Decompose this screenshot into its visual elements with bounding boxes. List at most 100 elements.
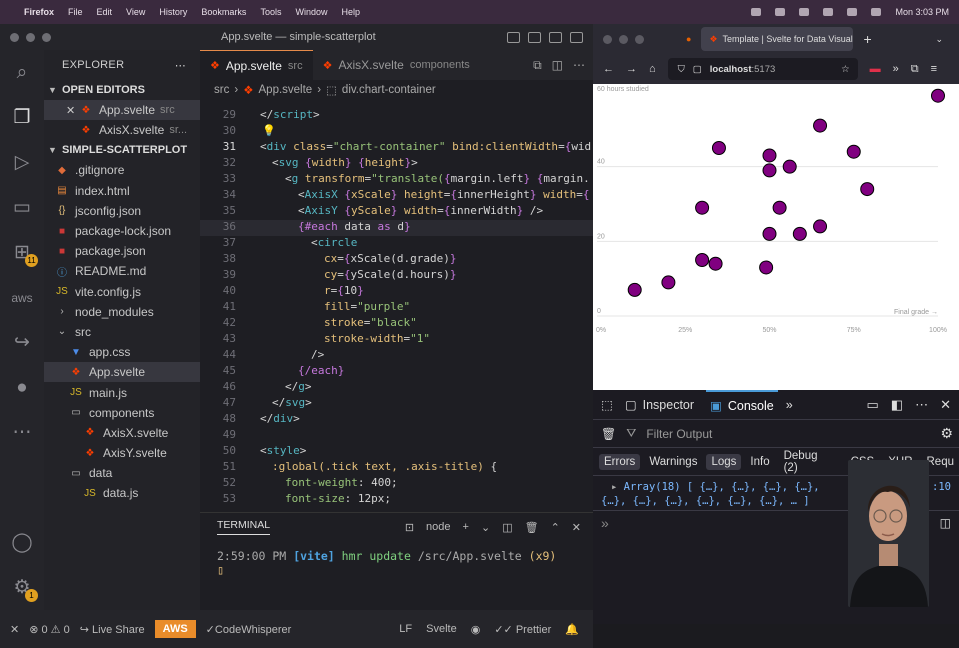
- filter-input[interactable]: Filter Output: [646, 427, 712, 441]
- tab-console[interactable]: ▣Console: [706, 390, 778, 420]
- extension-icon[interactable]: ▬: [870, 63, 881, 75]
- toggle-secondary-sidebar-icon[interactable]: [549, 32, 562, 43]
- folder-item[interactable]: ▭data: [44, 463, 200, 483]
- open-editors-section[interactable]: ▼OPEN EDITORS: [44, 80, 200, 100]
- file-item[interactable]: {}jsconfig.json: [44, 201, 200, 221]
- toggle-panel-icon[interactable]: [528, 32, 541, 43]
- lightbulb-icon[interactable]: 💡: [262, 124, 276, 137]
- file-item[interactable]: ▤index.html: [44, 181, 200, 201]
- window-controls[interactable]: [603, 35, 644, 44]
- aws-icon[interactable]: aws: [0, 275, 44, 320]
- search-icon[interactable]: [871, 8, 881, 16]
- tab-axisx-svelte[interactable]: ❖AxisX.sveltecomponents: [313, 50, 480, 80]
- menu-file[interactable]: File: [68, 7, 83, 17]
- status-icon[interactable]: [751, 8, 761, 16]
- file-item[interactable]: ❖AxisY.svelte: [44, 443, 200, 463]
- remote-explorer-icon[interactable]: ▭: [0, 185, 44, 230]
- manage-gear-icon[interactable]: ⚙1: [0, 565, 44, 610]
- spotify-icon[interactable]: ●: [0, 365, 44, 410]
- clock[interactable]: Mon 3:03 PM: [895, 7, 949, 17]
- more-icon[interactable]: ⋯: [0, 410, 44, 455]
- menu-view[interactable]: View: [126, 7, 145, 17]
- breadcrumb-item[interactable]: App.svelte: [259, 84, 313, 96]
- close-icon[interactable]: ✕: [66, 104, 78, 117]
- menu-bookmarks[interactable]: Bookmarks: [201, 7, 246, 17]
- expand-arrow-icon[interactable]: ▸: [611, 481, 617, 493]
- terminal-icon[interactable]: ⊡: [405, 521, 414, 534]
- codewhisperer-button[interactable]: ✓CodeWhisperer: [206, 623, 292, 636]
- customize-layout-icon[interactable]: [570, 32, 583, 43]
- more-actions-icon[interactable]: ⋯: [573, 58, 585, 72]
- file-item[interactable]: ■package.json: [44, 241, 200, 261]
- terminal-cursor[interactable]: ▯: [200, 563, 593, 577]
- file-item[interactable]: ❖App.svelte: [44, 362, 200, 382]
- run-debug-icon[interactable]: ▷: [0, 140, 44, 185]
- file-item[interactable]: ❖AxisX.svelte: [44, 423, 200, 443]
- menu-window[interactable]: Window: [295, 7, 327, 17]
- shield-icon[interactable]: ⛉: [678, 64, 685, 75]
- more-actions-icon[interactable]: ⋯: [175, 59, 186, 72]
- close-icon[interactable]: ✕: [572, 521, 581, 534]
- responsive-design-icon[interactable]: ▭: [867, 397, 879, 413]
- settings-gear-icon[interactable]: ⚙: [940, 425, 953, 442]
- browser-tab[interactable]: ❖ Template | Svelte for Data Visual ✕: [701, 27, 853, 51]
- wifi-icon[interactable]: [823, 8, 833, 16]
- level-debug[interactable]: Debug (2): [779, 448, 832, 476]
- account-icon[interactable]: ◯: [0, 520, 44, 565]
- pick-element-icon[interactable]: ⬚: [601, 397, 613, 412]
- trash-icon[interactable]: 🗑: [601, 427, 616, 441]
- breadcrumb-item[interactable]: src: [214, 84, 229, 96]
- split-terminal-icon[interactable]: ◫: [502, 521, 512, 534]
- list-tabs-icon[interactable]: ⌄: [935, 34, 943, 45]
- url-bar[interactable]: ⛉ ▢ localhost:5173 ☆: [668, 58, 858, 80]
- status-icon[interactable]: [799, 8, 809, 16]
- trash-icon[interactable]: 🗑: [525, 521, 539, 534]
- forward-icon[interactable]: →: [626, 63, 637, 75]
- tab-inspector[interactable]: ▢Inspector: [621, 390, 698, 420]
- open-editor-item[interactable]: ❖ AxisX.svelte sr...: [44, 120, 200, 140]
- project-section[interactable]: ▼SIMPLE-SCATTERPLOT: [44, 140, 200, 160]
- extensions-icon[interactable]: ⧉: [911, 63, 919, 76]
- remote-icon[interactable]: ✕: [10, 623, 19, 636]
- folder-item[interactable]: ▭components: [44, 403, 200, 423]
- breadcrumb-item[interactable]: div.chart-container: [342, 84, 436, 96]
- explorer-icon[interactable]: ❐: [0, 95, 44, 140]
- file-item[interactable]: JSdata.js: [44, 483, 200, 503]
- dock-icon[interactable]: ◧: [891, 397, 903, 413]
- firefox-tab-icon[interactable]: ●: [686, 34, 691, 44]
- overflow-icon[interactable]: »: [893, 63, 899, 75]
- file-item[interactable]: ▼app.css: [44, 342, 200, 362]
- menu-help[interactable]: Help: [341, 7, 360, 17]
- live-share-button[interactable]: ↪ Live Share: [80, 623, 145, 636]
- live-share-icon[interactable]: ↪: [0, 320, 44, 365]
- eol-indicator[interactable]: LF: [399, 623, 412, 636]
- folder-item[interactable]: ⌄src: [44, 322, 200, 342]
- maximize-icon[interactable]: ⌃: [551, 521, 560, 534]
- level-errors[interactable]: Errors: [599, 454, 640, 470]
- close-icon[interactable]: ✕: [940, 397, 951, 413]
- toggle-sidebar-icon[interactable]: [507, 32, 520, 43]
- home-icon[interactable]: ⌂: [649, 63, 656, 75]
- file-item[interactable]: ◆.gitignore: [44, 160, 200, 180]
- copilot-icon[interactable]: ◉: [471, 623, 481, 636]
- add-terminal-icon[interactable]: +: [463, 521, 469, 533]
- status-icon[interactable]: [775, 8, 785, 16]
- back-icon[interactable]: ←: [603, 63, 614, 75]
- page-info-icon[interactable]: ▢: [693, 64, 702, 75]
- open-editor-item[interactable]: ✕ ❖ App.svelte src: [44, 100, 200, 120]
- file-item[interactable]: ■package-lock.json: [44, 221, 200, 241]
- split-editor-icon[interactable]: ◫: [552, 58, 563, 72]
- menu-edit[interactable]: Edit: [97, 7, 113, 17]
- code-editor[interactable]: 2930313233343536373839404142434445464748…: [200, 108, 593, 538]
- menu-app[interactable]: Firefox: [24, 7, 54, 17]
- prettier-button[interactable]: ✓✓ Prettier: [494, 623, 551, 636]
- bell-icon[interactable]: 🔔: [565, 623, 579, 636]
- file-item[interactable]: JSvite.config.js: [44, 282, 200, 302]
- window-controls[interactable]: [10, 33, 51, 42]
- terminal-tab[interactable]: TERMINAL: [217, 519, 270, 535]
- new-tab-icon[interactable]: +: [863, 31, 871, 47]
- level-logs[interactable]: Logs: [706, 454, 741, 470]
- tab-app-svelte[interactable]: ❖App.sveltesrc: [200, 50, 313, 80]
- problems-indicator[interactable]: ⊗ 0 ⚠ 0: [29, 623, 70, 636]
- open-preview-icon[interactable]: ⧉: [533, 58, 542, 73]
